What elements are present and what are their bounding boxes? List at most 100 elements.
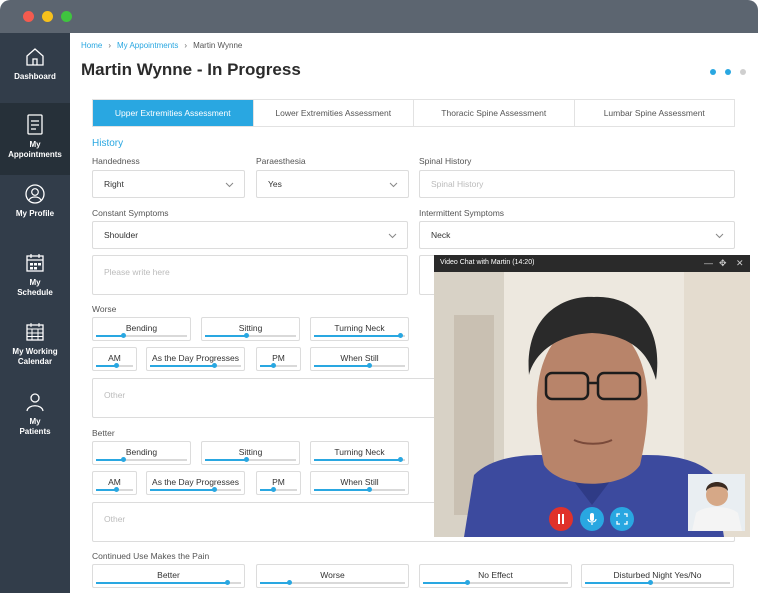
constant-symptoms-select[interactable]: Shoulder [92,221,408,249]
severity-chip[interactable]: Turning Neck [310,317,409,341]
severity-slider[interactable] [585,580,730,585]
severity-chip[interactable]: PM [256,471,301,495]
severity-slider-handle[interactable] [211,363,217,368]
severity-slider[interactable] [423,580,568,585]
severity-slider-handle[interactable] [243,333,249,338]
severity-chip-label: When Still [340,477,379,487]
severity-slider-handle[interactable] [366,363,372,368]
severity-slider[interactable] [96,457,187,462]
severity-slider[interactable] [314,333,405,338]
sidebar-item-working-calendar[interactable]: My Working Calendar [0,321,70,391]
severity-slider-handle[interactable] [366,487,372,492]
severity-slider[interactable] [205,457,296,462]
severity-slider-handle[interactable] [648,580,654,585]
end-call-button[interactable] [549,507,573,531]
pager-dot[interactable] [740,69,746,75]
window-titlebar [0,0,758,33]
pager-dot[interactable] [725,69,731,75]
minimize-window-dot[interactable] [42,11,53,22]
severity-chip[interactable]: PM [256,347,301,371]
severity-slider[interactable] [260,363,297,368]
severity-chip-label: PM [272,353,285,363]
severity-chip[interactable]: No Effect [419,564,572,588]
severity-chip[interactable]: Bending [92,441,191,465]
breadcrumb-home[interactable]: Home [81,41,102,50]
severity-slider-fill [314,489,369,491]
worse-label: Worse [92,304,117,314]
severity-slider-handle[interactable] [243,457,249,462]
severity-chip-label: Worse [320,570,345,580]
severity-slider-fill [205,459,246,461]
severity-slider[interactable] [314,457,405,462]
paraesthesia-select[interactable]: Yes [256,170,409,198]
handedness-label: Handedness [92,156,140,166]
severity-slider[interactable] [260,580,405,585]
severity-slider-handle[interactable] [224,580,230,585]
close-window-dot[interactable] [23,11,34,22]
pager-dot[interactable] [710,69,716,75]
tab-lumbar-spine[interactable]: Lumbar Spine Assessment [575,100,735,126]
severity-chip[interactable]: As the Day Progresses [146,347,245,371]
close-icon[interactable]: ✕ [736,258,744,269]
severity-slider[interactable] [96,580,241,585]
symptoms-notes-textarea[interactable]: Please write here [92,255,408,295]
tab-upper-extremities[interactable]: Upper Extremities Assessment [93,100,254,126]
severity-chip[interactable]: As the Day Progresses [146,471,245,495]
severity-chip[interactable]: Worse [256,564,409,588]
severity-slider[interactable] [96,487,133,492]
severity-slider-handle[interactable] [464,580,470,585]
severity-chip[interactable]: AM [92,471,137,495]
severity-slider[interactable] [205,333,296,338]
severity-chip[interactable]: AM [92,347,137,371]
severity-slider-handle[interactable] [211,487,217,492]
severity-chip[interactable]: Sitting [201,317,300,341]
maximize-window-dot[interactable] [61,11,72,22]
severity-slider-handle[interactable] [114,363,120,368]
chevron-down-icon [389,182,398,188]
severity-slider[interactable] [150,363,241,368]
severity-slider-fill [585,582,651,584]
severity-slider[interactable] [314,487,405,492]
severity-slider-handle[interactable] [121,333,127,338]
severity-chip[interactable]: Better [92,564,245,588]
severity-chip[interactable]: When Still [310,471,409,495]
fullscreen-button[interactable] [610,507,634,531]
severity-slider-handle[interactable] [121,457,127,462]
chevron-down-icon [388,233,397,239]
sidebar-item-patients[interactable]: My Patients [0,391,70,461]
constant-symptoms-value: Shoulder [104,230,139,240]
sidebar-item-appointments[interactable]: My Appointments [0,103,70,175]
severity-chip[interactable]: When Still [310,347,409,371]
severity-slider-handle[interactable] [287,580,292,585]
calendar-icon [26,323,44,341]
intermittent-symptoms-select[interactable]: Neck [419,221,735,249]
sidebar-item-profile[interactable]: My Profile [0,183,70,253]
severity-chip[interactable]: Bending [92,317,191,341]
sidebar-item-schedule[interactable]: My Schedule [0,252,70,322]
severity-slider[interactable] [150,487,241,492]
tab-lower-extremities[interactable]: Lower Extremities Assessment [254,100,414,126]
severity-slider[interactable] [96,363,133,368]
minimize-icon[interactable]: — [704,258,713,268]
move-icon[interactable]: ✥ [719,258,727,269]
severity-slider-fill [260,582,289,584]
severity-chip[interactable]: Sitting [201,441,300,465]
breadcrumb-appointments[interactable]: My Appointments [117,41,178,50]
spinal-history-input[interactable]: Spinal History [419,170,735,198]
severity-slider-handle[interactable] [398,333,404,338]
severity-slider[interactable] [260,487,297,492]
severity-slider[interactable] [96,333,187,338]
severity-slider-handle[interactable] [114,487,120,492]
severity-slider-handle[interactable] [270,363,276,368]
constant-symptoms-label: Constant Symptoms [92,208,169,218]
severity-slider-handle[interactable] [270,487,276,492]
intermittent-symptoms-value: Neck [431,230,451,240]
video-chat-window[interactable]: Video Chat with Martin (14:20) — ✥ ✕ [434,255,750,537]
severity-slider[interactable] [314,363,405,368]
handedness-select[interactable]: Right [92,170,245,198]
tab-thoracic-spine[interactable]: Thoracic Spine Assessment [414,100,575,126]
severity-slider-handle[interactable] [398,457,404,462]
severity-chip[interactable]: Disturbed Night Yes/No [581,564,734,588]
mute-button[interactable] [580,507,604,531]
severity-chip[interactable]: Turning Neck [310,441,409,465]
